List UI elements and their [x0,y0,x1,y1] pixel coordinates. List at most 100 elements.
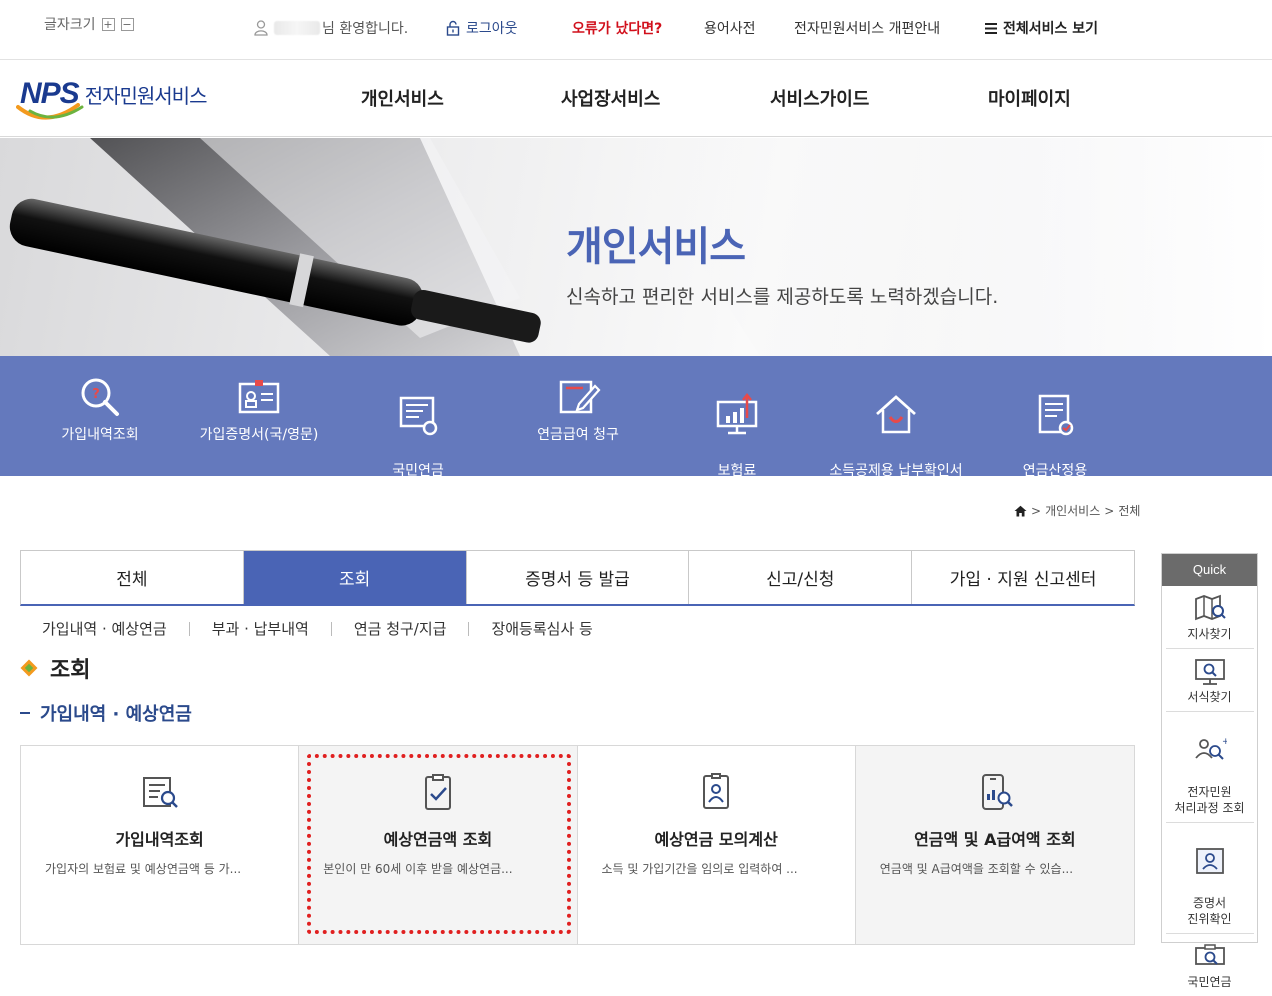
quick-link-subscription-history[interactable]: ? 가입내역조회 [15,374,185,444]
service-card-pension-a-benefit[interactable]: 연금액 및 A급여액 조회 연금액 및 A급여액을 조회할 수 있습... [855,746,1134,944]
quick-link-premium-decision[interactable]: 보험료 결정내역(개인) [652,374,822,498]
subtab-enrollment-expected-pension[interactable]: 가입내역 · 예상연금 [42,618,167,639]
font-decrease-button[interactable]: − [120,17,134,31]
people-search-icon: + [1194,737,1227,760]
tab-inquiry[interactable]: 조회 [243,551,467,604]
all-services-label: 전체서비스 보기 [1003,21,1099,37]
divider [188,621,190,636]
monitor-search-icon [1194,659,1225,685]
subtab-pension-claim-payment[interactable]: 연금 청구/지급 [354,618,447,639]
logout-label: 로그아웃 [466,21,518,37]
breadcrumb-personal-service[interactable]: 개인서비스 [1045,502,1100,519]
service-card-enrollment-history[interactable]: 가입내역조회 가입자의 보험료 및 예상연금액 등 가... [21,746,300,944]
nav-my-page[interactable]: 마이페이지 [988,85,1071,111]
chart-monitor-icon [716,392,758,435]
logout-link[interactable]: 로그아웃 [446,18,518,38]
quick-find-forms[interactable]: 서식찾기 [1165,649,1254,712]
certificate-verify-icon [1195,848,1224,874]
hamburger-icon [985,22,997,34]
breadcrumb-separator: > [1104,503,1115,518]
font-increase-button[interactable]: + [101,17,115,31]
quick-link-label: 가입내역조회 [61,427,139,443]
lock-icon [446,20,460,36]
card-title: 연금액 및 A급여액 조회 [914,830,1076,849]
nav-service-guide[interactable]: 서비스가이드 [770,85,869,111]
certificate-icon [1038,394,1074,436]
id-card-icon [238,380,280,414]
service-card-pension-simulation[interactable]: 예상연금 모의계산 소득 및 가입기간을 임의로 입력하여 ... [577,746,856,944]
svg-text:+: + [1222,737,1227,747]
phone-chart-icon [981,774,1013,810]
quick-link-tax-payment-confirmation[interactable]: 소득공제용 납부확인서 (개인)조회/증명 [811,374,981,498]
service-card-grid: 가입내역조회 가입자의 보험료 및 예상연금액 등 가... 예상연금액 조회 … [20,745,1135,945]
quick-link-pension-claim[interactable]: 연금급여 청구 [493,374,663,444]
service-card-expected-pension[interactable]: 예상연금액 조회 본인이 만 60세 이후 받을 예상연금... [299,746,578,944]
quick-menu-title: Quick [1162,554,1257,586]
quick-link-enrollment-certificate[interactable]: 가입증명서(국/영문) [174,374,344,444]
hero-banner: 개인서비스 신속하고 편리한 서비스를 제공하도록 노력하겠습니다. [0,138,1272,356]
clipboard-check-icon [424,774,451,810]
document-search-icon [399,396,438,436]
pen-form-icon [559,380,601,414]
subtab-charge-payment[interactable]: 부과 · 납부내역 [212,618,309,639]
category-tabs: 전체 조회 증명서 등 발급 신고/신청 가입 · 지원 신고센터 [20,550,1135,606]
quick-link-label: 소득공제용 납부확인서 (개인)조회/증명 [829,463,963,497]
quick-link-label: 보험료 결정내역(개인) [692,463,782,497]
quick-link-find-pension[interactable]: 국민연금 찾아가세요 [333,374,503,498]
error-report-link[interactable]: 오류가 났다면? [572,18,662,38]
glossary-link[interactable]: 용어사전 [704,18,756,38]
map-search-icon [1194,594,1226,621]
svg-text:?: ? [92,387,100,402]
quick-link-label: 가입증명서(국/영문) [199,427,319,443]
profile-card-icon [703,773,730,809]
quick-item-label: 전자민원 처리과정 조회 [1174,785,1245,815]
card-title: 예상연금 모의계산 [654,830,778,849]
tab-enrollment-support-center[interactable]: 가입 · 지원 신고센터 [912,551,1134,604]
breadcrumb-separator: > [1031,503,1042,518]
user-icon [254,20,268,36]
nps-logo[interactable]: NPS 전자민원서비스 [16,77,208,120]
sub-category-links: 가입내역 · 예상연금 부과 · 납부내역 연금 청구/지급 장애등록심사 등 [42,618,593,639]
subtab-disability-review[interactable]: 장애등록심사 등 [491,618,592,639]
quick-link-label: 연금산정용 가입내역확인서(국/영문) [982,463,1128,497]
quick-link-pension-calc-certificate[interactable]: 연금산정용 가입내역확인서(국/영문) [970,374,1140,498]
card-description: 가입자의 보험료 및 예상연금액 등 가... [45,862,242,876]
renewal-notice-link[interactable]: 전자민원서비스 개편안내 [794,18,940,38]
quick-item-label: 증명서 진위확인 [1187,896,1232,926]
welcome-text: 님 환영합니다. [322,21,409,37]
hero-title: 개인서비스 [566,224,746,270]
quick-certificate-verification[interactable]: 증명서 진위확인 [1165,823,1254,934]
top-utility-bar: 글자크기 + − 님 환영합니다. 로그아웃 오류가 났다면? 용어사전 전자민… [0,0,1272,60]
card-title: 예상연금액 조회 [383,830,493,849]
subsection-title: 가입내역 · 예상연금 [40,704,192,725]
quick-links-bar: ? 가입내역조회 가입증명서(국/영문) 국민연금 찾아가세요 연금급여 청구 … [0,356,1272,497]
quick-find-branch[interactable]: 지사찾기 [1165,586,1254,649]
divider [330,621,332,636]
quick-menu: Quick 지사찾기 서식찾기 + 전자민원 처리과정 조회 증명서 진위확인 … [1161,553,1258,989]
quick-item-label: 국민연금 [1187,975,1232,989]
quick-national-pension[interactable]: 국민연금 [1166,934,1254,996]
card-description: 본인이 만 60세 이후 받을 예상연금... [323,862,513,876]
card-description: 소득 및 가입기간을 임의로 입력하여 ... [601,862,798,876]
all-services-link[interactable]: 전체서비스 보기 [985,18,1098,38]
breadcrumb: > 개인서비스 > 전체 [1014,502,1140,519]
font-size-control: 글자크기 + − [44,14,134,34]
tab-certificate-issuance[interactable]: 증명서 등 발급 [467,551,690,604]
subsection-heading: 가입내역 · 예상연금 [20,700,192,726]
quick-item-label: 지사찾기 [1187,627,1232,641]
tab-all[interactable]: 전체 [21,551,244,604]
nav-business-service[interactable]: 사업장서비스 [561,85,660,111]
section-title: 조회 [50,658,91,683]
section-heading: 조회 [20,652,90,684]
breadcrumb-all[interactable]: 전체 [1118,502,1140,519]
home-icon[interactable] [1014,505,1027,517]
quick-civil-process-inquiry[interactable]: + 전자민원 처리과정 조회 [1165,712,1254,823]
document-search-icon [142,777,178,808]
tab-report-application[interactable]: 신고/신청 [689,551,913,604]
logo-swoosh-icon [16,103,84,120]
dash-bullet [20,712,30,714]
nav-personal-service[interactable]: 개인서비스 [361,85,444,111]
logo-text: 전자민원서비스 [84,83,208,108]
divider [468,621,470,636]
font-size-label: 글자크기 [44,17,96,33]
